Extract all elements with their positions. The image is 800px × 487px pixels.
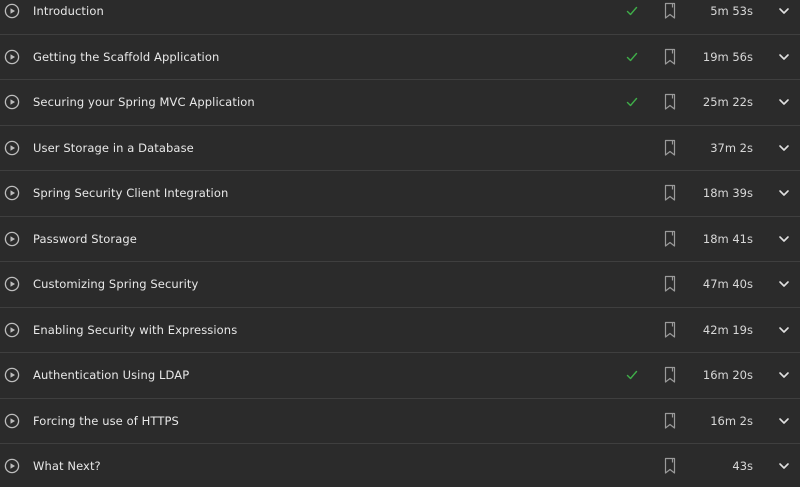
checkmark-icon xyxy=(624,3,640,19)
play-circle-icon[interactable] xyxy=(4,458,20,474)
chevron-down-icon[interactable] xyxy=(777,459,791,473)
module-row-5[interactable]: Spring Security Client Integration 18m 3… xyxy=(0,171,800,217)
module-title[interactable]: Getting the Scaffold Application xyxy=(33,50,219,64)
module-title[interactable]: Securing your Spring MVC Application xyxy=(33,95,255,109)
bookmark-icon[interactable] xyxy=(662,274,678,294)
module-row-11[interactable]: What Next? 43s xyxy=(0,444,800,487)
play-circle-icon[interactable] xyxy=(4,413,20,429)
bookmark-icon[interactable] xyxy=(662,229,678,249)
checkmark-icon xyxy=(624,367,640,383)
play-circle-icon[interactable] xyxy=(4,322,20,338)
module-title[interactable]: Enabling Security with Expressions xyxy=(33,323,237,337)
chevron-down-icon[interactable] xyxy=(777,4,791,18)
module-row-1[interactable]: Introduction 5m 53s xyxy=(0,0,800,35)
module-title[interactable]: Introduction xyxy=(33,4,104,18)
module-title[interactable]: Customizing Spring Security xyxy=(33,277,198,291)
module-duration: 47m 40s xyxy=(702,277,753,292)
module-duration: 37m 2s xyxy=(710,140,753,155)
play-circle-icon[interactable] xyxy=(4,367,20,383)
module-row-8[interactable]: Enabling Security with Expressions 42m 1… xyxy=(0,308,800,353)
checkmark-icon xyxy=(624,94,640,110)
module-duration: 18m 39s xyxy=(702,186,753,201)
chevron-down-icon[interactable] xyxy=(777,323,791,337)
play-circle-icon[interactable] xyxy=(4,231,20,247)
play-circle-icon[interactable] xyxy=(4,49,20,65)
bookmark-icon[interactable] xyxy=(662,320,678,340)
module-row-3[interactable]: Securing your Spring MVC Application 25m… xyxy=(0,80,800,126)
module-title[interactable]: Password Storage xyxy=(33,232,137,246)
bookmark-icon[interactable] xyxy=(662,1,678,21)
bookmark-icon[interactable] xyxy=(662,365,678,385)
module-duration: 18m 41s xyxy=(702,231,753,246)
play-circle-icon[interactable] xyxy=(4,3,20,19)
play-circle-icon[interactable] xyxy=(4,276,20,292)
play-circle-icon[interactable] xyxy=(4,185,20,201)
module-duration: 43s xyxy=(732,459,753,474)
play-circle-icon[interactable] xyxy=(4,140,20,156)
bookmark-icon[interactable] xyxy=(662,92,678,112)
module-row-9[interactable]: Authentication Using LDAP 16m 20s xyxy=(0,353,800,399)
play-circle-icon[interactable] xyxy=(4,94,20,110)
bookmark-icon[interactable] xyxy=(662,47,678,67)
module-duration: 16m 20s xyxy=(702,368,753,383)
module-duration: 16m 2s xyxy=(710,413,753,428)
module-duration: 19m 56s xyxy=(702,49,753,64)
chevron-down-icon[interactable] xyxy=(777,232,791,246)
module-duration: 25m 22s xyxy=(702,95,753,110)
module-title[interactable]: Authentication Using LDAP xyxy=(33,368,189,382)
chevron-down-icon[interactable] xyxy=(777,95,791,109)
chevron-down-icon[interactable] xyxy=(777,414,791,428)
module-row-7[interactable]: Customizing Spring Security 47m 40s xyxy=(0,262,800,308)
chevron-down-icon[interactable] xyxy=(777,50,791,64)
bookmark-icon[interactable] xyxy=(662,411,678,431)
module-title[interactable]: Forcing the use of HTTPS xyxy=(33,414,179,428)
chevron-down-icon[interactable] xyxy=(777,368,791,382)
chevron-down-icon[interactable] xyxy=(777,141,791,155)
module-title[interactable]: User Storage in a Database xyxy=(33,141,194,155)
chevron-down-icon[interactable] xyxy=(777,186,791,200)
module-duration: 42m 19s xyxy=(702,322,753,337)
checkmark-icon xyxy=(624,49,640,65)
module-row-4[interactable]: User Storage in a Database 37m 2s xyxy=(0,126,800,171)
module-row-10[interactable]: Forcing the use of HTTPS 16m 2s xyxy=(0,399,800,444)
chevron-down-icon[interactable] xyxy=(777,277,791,291)
bookmark-icon[interactable] xyxy=(662,456,678,476)
course-module-list: Introduction 5m 53s Getting the Scaffold… xyxy=(0,0,800,476)
module-row-2[interactable]: Getting the Scaffold Application 19m 56s xyxy=(0,35,800,80)
bookmark-icon[interactable] xyxy=(662,183,678,203)
module-title[interactable]: What Next? xyxy=(33,459,101,473)
bookmark-icon[interactable] xyxy=(662,138,678,158)
module-title[interactable]: Spring Security Client Integration xyxy=(33,186,228,200)
module-duration: 5m 53s xyxy=(710,4,753,19)
module-row-6[interactable]: Password Storage 18m 41s xyxy=(0,217,800,262)
